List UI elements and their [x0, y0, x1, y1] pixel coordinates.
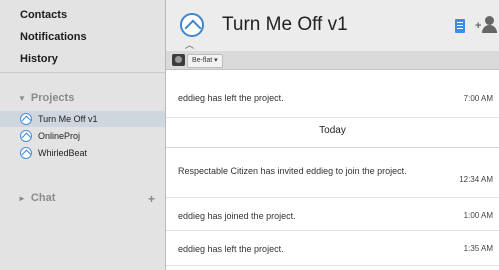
feed-timestamp: 7:00 AM — [463, 94, 493, 103]
toolbar: Be-flat ▾ — [166, 51, 499, 70]
nav-notifications[interactable]: Notifications — [20, 31, 87, 43]
project-label: OnlineProj — [38, 131, 81, 141]
sidebar-project-turn-me-off-v1[interactable]: Turn Me Off v1 — [0, 111, 165, 127]
nav-history[interactable]: History — [20, 53, 58, 65]
feed-timestamp: 1:35 AM — [463, 244, 493, 253]
sidebar-divider — [0, 72, 165, 73]
disclosure-right-icon: ► — [18, 194, 26, 203]
feed-message: Respectable Citizen has invited eddieg t… — [178, 166, 407, 176]
avatar[interactable] — [172, 54, 185, 66]
projects-section-header[interactable]: ▼ Projects — [18, 92, 74, 104]
main-panel: ︿ Turn Me Off v1 + Be-flat ▾ eddieg has … — [166, 0, 499, 270]
feed-row: eddieg has left the project. 1:35 AM — [166, 231, 499, 266]
feed-row: eddieg has left the project. 7:00 AM — [166, 70, 499, 118]
document-icon[interactable] — [455, 19, 465, 33]
user-body-icon — [482, 25, 497, 33]
feed-timestamp: 1:00 AM — [463, 211, 493, 220]
chevron-up-icon[interactable]: ︿ — [185, 38, 194, 51]
project-icon — [20, 147, 32, 159]
feed-row: Respectable Citizen has invited eddieg t… — [166, 148, 499, 198]
project-label: WhirledBeat — [38, 148, 88, 158]
user-head-icon — [485, 16, 494, 25]
project-icon — [20, 113, 32, 125]
page-title: Turn Me Off v1 — [222, 14, 348, 35]
feed-message: eddieg has joined the project. — [178, 211, 296, 221]
add-user-button[interactable]: + — [475, 14, 499, 34]
sidebar-project-onlineproj[interactable]: OnlineProj — [0, 128, 165, 144]
project-icon — [20, 130, 32, 142]
sidebar: Contacts Notifications History ▼ Projects… — [0, 0, 166, 270]
add-chat-button[interactable]: + — [148, 192, 155, 206]
nav-contacts[interactable]: Contacts — [20, 9, 67, 21]
branch-dropdown[interactable]: Be-flat ▾ — [187, 54, 223, 68]
project-header: ︿ Turn Me Off v1 + — [166, 0, 499, 58]
sidebar-project-whirledbeat[interactable]: WhirledBeat — [0, 145, 165, 161]
date-separator: Today — [166, 118, 499, 148]
plus-icon: + — [475, 20, 482, 32]
project-label: Turn Me Off v1 — [38, 114, 98, 124]
feed-message: eddieg has left the project. — [178, 93, 284, 103]
disclosure-down-icon: ▼ — [18, 94, 26, 103]
chat-section-header[interactable]: ► Chat — [18, 192, 55, 204]
feed-timestamp: 12:34 AM — [459, 175, 493, 184]
projects-label: Projects — [30, 92, 75, 104]
feed-row: eddieg has joined the project. 1:00 AM — [166, 198, 499, 231]
chat-label: Chat — [30, 192, 56, 204]
project-logo-icon[interactable] — [180, 13, 204, 37]
feed-message: eddieg has left the project. — [178, 244, 284, 254]
